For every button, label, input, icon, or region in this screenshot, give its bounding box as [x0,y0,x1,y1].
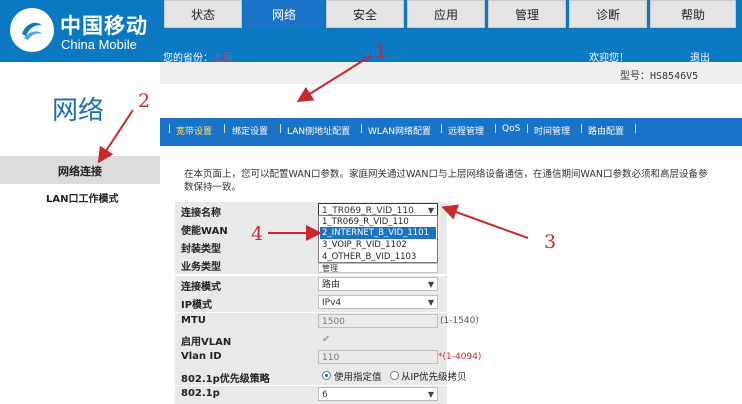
sidebar-item-lan-mode[interactable]: LAN口工作模式 [46,190,118,205]
service-label: 业务类型 [181,262,221,273]
mtu-value: 1500 [322,317,345,327]
policy-radio-specified-label: 使用指定值 [334,372,382,383]
annotation-arrow-3 [441,204,529,239]
dropdown-option[interactable]: 3_VOIP_R_VID_1102 [320,239,436,251]
conn-name-label: 连接名称 [181,208,221,219]
tab-security[interactable]: 安全 [326,0,404,28]
conn-mode-select[interactable]: 路由 ▼ [318,277,438,291]
subnav-remote-mgmt[interactable]: 远程管理 [448,124,484,137]
p8021p-select[interactable]: 6 ▼ [318,387,438,401]
encap-label: 封装类型 [181,244,221,255]
p8021-policy-label: 802.1p优先级策略 [181,374,270,385]
tab-management[interactable]: 管理 [488,0,566,28]
subnav-lan-address[interactable]: LAN侧地址配置 [287,124,350,137]
annotation-number-2: 2 [138,90,151,112]
ip-mode-label: IP模式 [181,300,213,311]
subnav-binding[interactable]: 绑定设置 [232,124,268,137]
conn-mode-label: 连接模式 [181,282,221,293]
subnav-separator: | [440,124,444,134]
service-select[interactable]: 管理 [318,263,438,273]
sidebar-item-label[interactable]: 网络连接 [58,163,102,179]
subnav-time-mgmt[interactable]: 时间管理 [534,124,570,137]
subnav-separator: | [360,124,364,134]
subnav-route[interactable]: 路由配置 [588,124,624,137]
ip-mode-select[interactable]: IPv4 ▼ [318,295,438,309]
dropdown-option[interactable]: 4_OTHER_B_VID_1103 [320,251,436,263]
tab-application[interactable]: 应用 [407,0,485,28]
tab-diagnostics[interactable]: 诊断 [569,0,647,28]
subnav-broadband[interactable]: 宽带设置 [176,124,212,137]
tab-help[interactable]: 帮助 [650,0,736,28]
subnav-separator: | [580,124,584,134]
mtu-label: MTU [181,315,206,326]
subnav-qos[interactable]: QoS [502,124,520,134]
page-description: 在本页面上，您可以配置WAN口参数。家庭网关通过WAN口与上层网络设备通信，在通… [184,169,708,193]
subnav-separator: | [223,124,227,134]
policy-radio-copy-ip[interactable] [390,371,399,380]
vlan-id-input[interactable]: 110 [318,350,438,364]
vlan-enable-label: 启用VLAN [181,337,232,348]
subnav-separator: | [168,124,172,134]
mtu-input[interactable]: 1500 [318,314,438,328]
vlan-id-value: 110 [322,353,340,363]
enable-wan-label: 使能WAN [181,226,228,237]
sidebar-title: 网络 [52,96,105,126]
p8021p-value: 6 [322,390,328,400]
annotation-number-1: 1 [375,40,388,62]
subnav-separator: | [526,124,530,134]
subnav-separator: | [634,124,638,134]
subnav-separator: | [279,124,283,134]
vlan-id-hint: *(1-4094) [438,352,482,362]
tab-network[interactable]: 网络 [245,0,323,28]
subnav-separator: | [494,124,498,134]
logo-text-cn: 中国移动 [60,14,148,38]
subnav-wlan[interactable]: WLAN网络配置 [368,124,431,137]
china-mobile-logo-icon [22,22,42,40]
mtu-hint: (1-1540) [440,316,479,326]
policy-radio-copy-ip-label: 从IP优先级拷贝 [401,372,467,383]
vlan-enable-checkbox[interactable]: ✔ [322,334,330,345]
dropdown-option-selected[interactable]: 2_INTERNET_B_VID_1101 [320,227,436,239]
p8021p-label: 802.1p [181,388,220,399]
annotation-number-3: 3 [544,231,557,253]
logo-text-en: China Mobile [61,37,137,52]
chevron-down-icon: ▼ [427,280,434,289]
tab-status[interactable]: 状态 [164,0,242,28]
model-label: 型号：HS8546V5 [620,71,699,82]
conn-mode-value: 路由 [322,280,341,290]
ip-mode-value: IPv4 [322,298,342,308]
chevron-down-icon: ▼ [427,298,434,307]
service-value: 管理 [322,264,338,273]
annotation-number-4: 4 [251,223,264,245]
policy-radio-specified[interactable] [322,371,331,380]
vlan-id-label: Vlan ID [181,351,222,362]
